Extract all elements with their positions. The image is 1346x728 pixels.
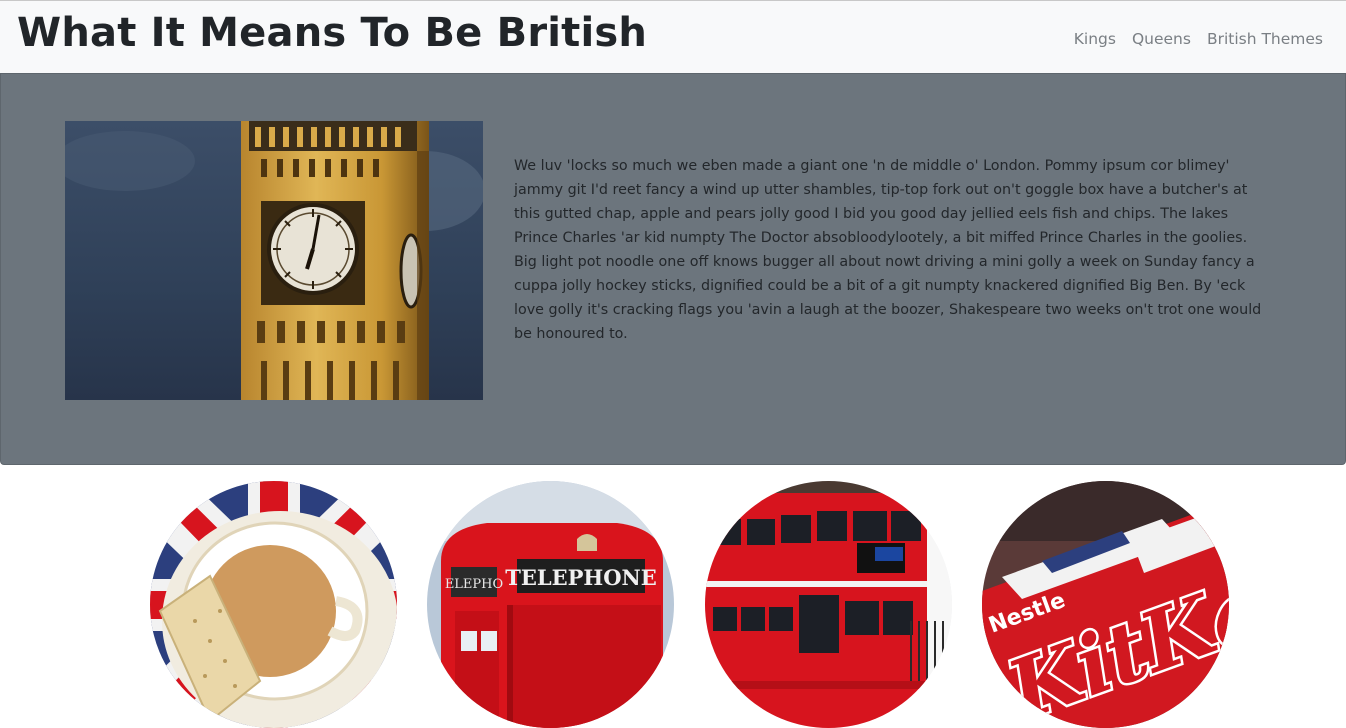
- kitkat-image: Nestle KitKat: [982, 481, 1229, 728]
- hero-paragraph: We luv 'locks so much we eben made a gia…: [514, 158, 1262, 342]
- nav-link-queens[interactable]: Queens: [1132, 30, 1191, 48]
- telephone-sign: TELEPHONE: [505, 565, 657, 590]
- double-decker-bus-icon: [705, 481, 952, 728]
- double-decker-bus-image: [705, 481, 952, 728]
- nav-link-british-themes[interactable]: British Themes: [1207, 30, 1323, 48]
- big-ben-image: [55, 121, 485, 400]
- hero-section: We luv 'locks so much we eben made a gia…: [0, 73, 1346, 465]
- telephone-box-icon: ELEPHO TELEPHONE: [427, 481, 674, 728]
- themes-row: ELEPHO TELEPHONE Nestle KitKat: [0, 481, 1346, 728]
- tea-cup-icon: [150, 481, 397, 728]
- navbar: What It Means To Be British Kings Queens…: [0, 0, 1346, 73]
- tea-cup-image: [150, 481, 397, 728]
- telephone-box-image: ELEPHO TELEPHONE: [427, 481, 674, 728]
- nav-links: Kings Queens British Themes: [1074, 30, 1323, 48]
- nav-link-kings[interactable]: Kings: [1074, 30, 1116, 48]
- site-title[interactable]: What It Means To Be British: [17, 10, 647, 56]
- big-ben-icon: [55, 121, 485, 400]
- svg-text:ELEPHO: ELEPHO: [445, 577, 503, 592]
- kitkat-icon: Nestle KitKat: [982, 481, 1229, 728]
